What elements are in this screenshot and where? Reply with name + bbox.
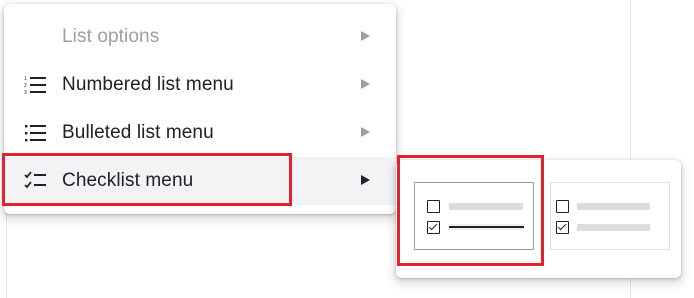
menu-item-label: List options xyxy=(62,26,160,47)
numbered-list-icon: 1 2 3 xyxy=(24,75,48,96)
checklist-icon xyxy=(24,171,48,191)
menu-item-bulleted-list[interactable]: Bulleted list menu xyxy=(4,109,396,157)
submenu-arrow-icon xyxy=(361,31,370,41)
menu-item-label: Checklist menu xyxy=(62,170,194,191)
checkbox-checked-icon xyxy=(556,221,569,234)
menu-item-label: Numbered list menu xyxy=(62,74,234,95)
submenu-arrow-icon xyxy=(361,127,370,137)
menu-item-list-options[interactable]: List options xyxy=(4,13,396,61)
checkbox-unchecked-icon xyxy=(427,200,440,213)
placeholder-text-bar xyxy=(577,224,650,231)
checkbox-unchecked-icon xyxy=(556,200,569,213)
svg-text:1: 1 xyxy=(24,76,27,82)
placeholder-text-bar xyxy=(577,203,650,210)
submenu-arrow-icon xyxy=(361,175,370,185)
svg-text:2: 2 xyxy=(24,83,27,89)
page: List options 1 2 3 Numbered list menu Bu… xyxy=(0,0,694,298)
checklist-style-plain-option[interactable] xyxy=(550,182,670,250)
checklist-style-submenu xyxy=(396,160,681,278)
menu-item-label: Bulleted list menu xyxy=(62,122,214,143)
menu-item-checklist[interactable]: Checklist menu xyxy=(4,157,396,205)
placeholder-text-bar xyxy=(449,203,523,210)
document-edge xyxy=(6,210,7,298)
checklist-style-strikethrough-option[interactable] xyxy=(414,182,534,250)
strikethrough-line xyxy=(449,226,524,228)
svg-text:3: 3 xyxy=(24,90,27,95)
checkbox-checked-icon xyxy=(427,221,440,234)
submenu-arrow-icon xyxy=(361,79,370,89)
format-submenu: List options 1 2 3 Numbered list menu Bu… xyxy=(4,4,396,214)
bulleted-list-icon xyxy=(24,123,48,143)
menu-item-numbered-list[interactable]: 1 2 3 Numbered list menu xyxy=(4,61,396,109)
